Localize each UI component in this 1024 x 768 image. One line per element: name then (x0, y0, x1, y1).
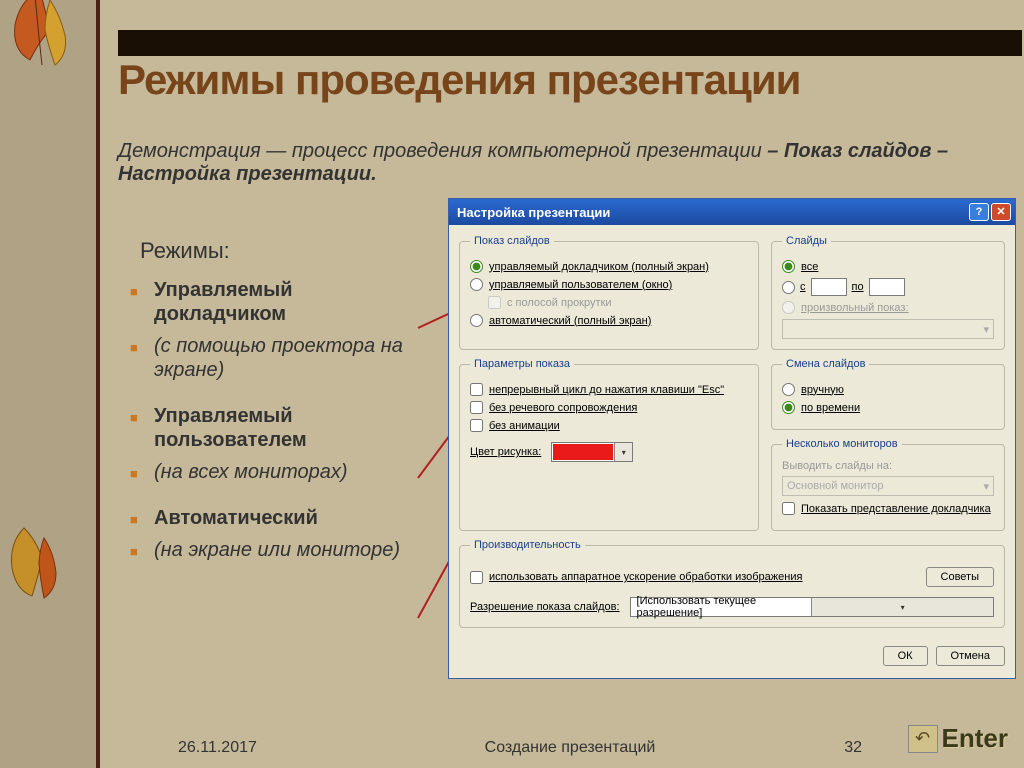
radio-all-slides[interactable] (782, 260, 795, 273)
tips-button[interactable]: Советы (926, 567, 994, 587)
radio-timings[interactable] (782, 401, 795, 414)
resolution-combo[interactable]: [Использовать текущее разрешение]▾ (630, 597, 994, 617)
leaf-decoration-top (0, 0, 100, 100)
slide-content-area: Режимы проведения презентации Демонстрац… (118, 0, 1022, 768)
custom-show-combo: ▾ (782, 319, 994, 339)
list-item: (с помощью проектора на экране) (126, 334, 406, 382)
radio-browsed[interactable] (470, 278, 483, 291)
radio-kiosk[interactable] (470, 314, 483, 327)
footer-date: 26.11.2017 (178, 739, 257, 757)
dialog-title: Настройка презентации (457, 205, 610, 220)
check-no-narration[interactable] (470, 401, 483, 414)
slide-title: Режимы проведения презентации (118, 56, 1022, 104)
leaf-decoration-bottom (4, 518, 74, 608)
slides-range-group: Слайды все с по произвольный показ: ▾ (771, 235, 1005, 350)
pen-color-picker[interactable]: ▾ (551, 442, 633, 462)
enter-navigation[interactable]: ↶ Enter (908, 723, 1008, 754)
show-type-group: Показ слайдов управляемый докладчиком (п… (459, 235, 759, 350)
check-presenter-view[interactable] (782, 502, 795, 515)
radio-presenter[interactable] (470, 260, 483, 273)
list-item: Управляемый докладчиком (126, 278, 406, 326)
setup-show-dialog: Настройка презентации ? ✕ Показ слайдов … (448, 198, 1016, 679)
performance-group: Производительность использовать аппаратн… (459, 539, 1005, 628)
list-item: (на всех мониторах) (126, 460, 406, 484)
bullet-list: Управляемый докладчиком (с помощью проек… (126, 278, 406, 570)
back-arrow-icon[interactable]: ↶ (908, 725, 938, 753)
pen-color-label: Цвет рисунка: (470, 446, 541, 458)
advance-slides-group: Смена слайдов вручную по времени (771, 358, 1005, 430)
dialog-titlebar[interactable]: Настройка презентации ? ✕ (449, 199, 1015, 225)
subtitle-plain: Демонстрация — процесс проведения компью… (118, 140, 762, 162)
cancel-button[interactable]: Отмена (936, 646, 1005, 666)
slide-number: 32 (844, 739, 862, 757)
modes-heading: Режимы: (140, 238, 230, 264)
decorative-side-strip (0, 0, 100, 768)
title-accent-bar (118, 30, 1022, 56)
check-loop-esc[interactable] (470, 383, 483, 396)
help-icon[interactable]: ? (969, 203, 989, 221)
to-spinner[interactable] (869, 278, 905, 296)
list-item: Управляемый пользователем (126, 404, 406, 452)
check-scrollbar (488, 296, 501, 309)
check-hw-accel[interactable] (470, 571, 483, 584)
list-item: (на экране или мониторе) (126, 538, 406, 562)
monitor-combo: Основной монитор▾ (782, 476, 994, 496)
enter-label: Enter (942, 723, 1008, 754)
list-item: Автоматический (126, 506, 406, 530)
resolution-label: Разрешение показа слайдов: (470, 601, 620, 613)
monitors-group: Несколько мониторов Выводить слайды на: … (771, 438, 1005, 531)
radio-from-to[interactable] (782, 281, 795, 294)
close-icon[interactable]: ✕ (991, 203, 1011, 221)
show-options-group: Параметры показа непрерывный цикл до наж… (459, 358, 759, 531)
check-no-animation[interactable] (470, 419, 483, 432)
slide-subtitle: Демонстрация — процесс проведения компью… (118, 140, 1012, 186)
footer-title: Создание презентаций (485, 739, 656, 757)
radio-manual[interactable] (782, 383, 795, 396)
ok-button[interactable]: ОК (883, 646, 928, 666)
monitor-output-label: Выводить слайды на: (782, 460, 994, 472)
from-spinner[interactable] (811, 278, 847, 296)
radio-custom-show (782, 301, 795, 314)
